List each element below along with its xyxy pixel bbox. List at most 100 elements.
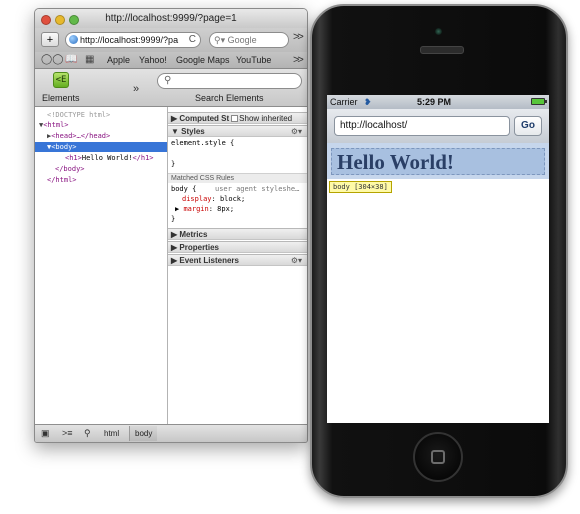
console-icon[interactable]: >≡ (62, 425, 73, 442)
bookmark-youtube[interactable]: YouTube (236, 52, 271, 68)
elements-panel-label[interactable]: Elements (42, 93, 80, 103)
element-size-tooltip: body [304×38] (329, 181, 392, 193)
iphone-screen: Carrier ❥ 5:29 PM http://localhost/ Go H… (327, 95, 549, 423)
home-square-icon (431, 450, 445, 464)
more-panels-chevron-icon[interactable]: » (133, 83, 139, 95)
properties-section-header[interactable]: ▶ Properties (168, 241, 307, 253)
styles-title: Styles (181, 127, 205, 136)
address-text: http://localhost:9999/?pa (80, 35, 179, 45)
computed-style-section-header[interactable]: ▶ Computed St Show inherited (168, 112, 307, 124)
body-rule-selector[interactable]: body { (171, 185, 196, 193)
gear-icon[interactable]: ⚙▾ (291, 255, 302, 266)
wifi-icon: ❥ (364, 97, 372, 107)
iphone-simulator: Carrier ❥ 5:29 PM http://localhost/ Go H… (310, 4, 568, 498)
go-button[interactable]: Go (514, 116, 542, 136)
reading-glasses-icon[interactable]: ◯◯ (41, 52, 63, 68)
safari-window: http://localhost:9999/?page=1 + http://l… (34, 8, 308, 443)
earpiece-speaker (420, 46, 464, 54)
html-close-tag: </html> (47, 176, 77, 184)
carrier-label: Carrier (330, 97, 358, 107)
styles-sidebar: ▶ Computed St Show inherited ▼ Styles ⚙▾ … (168, 107, 307, 424)
title-bar: http://localhost:9999/?page=1 (35, 9, 307, 28)
dock-window-icon[interactable]: ▣ (41, 425, 50, 442)
collapsed-triangle-icon[interactable]: ▶ (175, 205, 179, 213)
book-icon[interactable]: 📖 (65, 52, 77, 68)
body-rule-close-brace: } (171, 215, 176, 223)
element-style-close-brace: } (171, 160, 176, 168)
home-button[interactable] (413, 432, 463, 482)
google-search-field[interactable]: ⚲▾ Google (209, 32, 289, 48)
bookmark-yahoo[interactable]: Yahoo! (139, 52, 167, 68)
bookmarks-overflow-chevron-icon[interactable]: >> (293, 52, 304, 68)
inspector-toolbar: <E Elements » ⚲ Search Elements (35, 69, 307, 107)
ios-status-bar: Carrier ❥ 5:29 PM (327, 95, 549, 109)
elements-panel-icon[interactable]: <E (53, 72, 69, 88)
search-icon: ⚲ (164, 75, 172, 86)
dom-node-html-close[interactable]: </html> (47, 175, 77, 185)
h1-close-tag: </h1> (132, 154, 154, 162)
zoom-window-button[interactable] (69, 15, 79, 25)
bookmarks-bar: ◯◯ 📖 ▦ Apple Yahoo! Google Maps YouTube … (35, 52, 307, 69)
google-search-placeholder: Google (227, 35, 257, 45)
dom-node-head[interactable]: ▶<head>…</head> (47, 131, 110, 141)
styles-section-header[interactable]: ▼ Styles ⚙▾ (168, 125, 307, 137)
reload-icon[interactable]: C (189, 33, 196, 47)
top-sites-grid-icon[interactable]: ▦ (85, 52, 94, 68)
toolbar-overflow-chevron-icon[interactable]: >> (293, 31, 304, 43)
front-camera (435, 28, 442, 35)
bookmark-apple[interactable]: Apple (107, 52, 130, 68)
plus-icon: + (46, 34, 54, 46)
search-icon: ⚲▾ (214, 35, 226, 45)
window-title: http://localhost:9999/?page=1 (105, 13, 237, 24)
dom-tree: <!DOCTYPE html> ▼<html> ▶<head>…</head> … (35, 107, 168, 424)
expanded-triangle-icon: ▼ (171, 127, 179, 136)
breadcrumb-body[interactable]: body (129, 426, 158, 441)
event-listeners-section-header[interactable]: ▶ Event Listeners ⚙▾ (168, 254, 307, 266)
address-field[interactable]: http://localhost:9999/?pa C (65, 32, 201, 48)
search-elements-input[interactable]: ⚲ (157, 73, 302, 89)
dom-node-body-selected[interactable]: ▼<body> (35, 142, 167, 152)
breadcrumb-html[interactable]: html (99, 426, 124, 441)
h1-highlight-box: Hello World! (331, 148, 545, 175)
status-time: 5:29 PM (417, 97, 452, 107)
html-open-tag: <html> (43, 121, 69, 129)
globe-icon (69, 35, 78, 44)
collapsed-triangle-icon: ▶ (171, 230, 178, 239)
dom-node-h1[interactable]: <h1>Hello World!</h1> (65, 153, 154, 163)
dom-node-body-close[interactable]: </body> (55, 164, 85, 174)
show-inherited-label: Show inherited (239, 114, 293, 123)
collapsed-triangle-icon: ▶ (171, 256, 178, 265)
metrics-section-header[interactable]: ▶ Metrics (168, 228, 307, 240)
body-highlight-overlay: Hello World! (327, 143, 549, 179)
element-style-rule[interactable]: element.style { (171, 139, 234, 147)
display-property-name: display (182, 195, 212, 203)
mobile-safari-address-bar: http://localhost/ Go (327, 109, 549, 144)
doctype-text: <!DOCTYPE html> (47, 111, 111, 119)
bookmark-google-maps[interactable]: Google Maps (176, 52, 230, 68)
add-bookmark-button[interactable]: + (41, 32, 59, 47)
gear-icon[interactable]: ⚙▾ (291, 126, 302, 137)
head-tag: <head>…</head> (51, 132, 111, 140)
computed-style-title: Computed St (179, 114, 230, 123)
close-window-button[interactable] (41, 15, 51, 25)
body-close-tag: </body> (55, 165, 85, 173)
h1-open-tag: <h1> (65, 154, 82, 162)
battery-icon (531, 98, 547, 105)
inspector-status-bar: ▣ >≡ ⚲ html body (35, 424, 307, 442)
body-open-tag: <body> (51, 143, 77, 151)
properties-title: Properties (179, 243, 219, 252)
dom-node-html[interactable]: ▼<html> (39, 120, 69, 130)
minimize-window-button[interactable] (55, 15, 65, 25)
margin-property[interactable]: ▶ margin: 8px; (175, 205, 234, 213)
display-property-value: block; (219, 195, 246, 203)
show-inherited-checkbox[interactable] (231, 115, 239, 122)
margin-property-name: margin (183, 205, 209, 213)
display-property[interactable]: display: block; (182, 195, 245, 203)
search-icon[interactable]: ⚲ (84, 425, 91, 442)
dom-node-doctype[interactable]: <!DOCTYPE html> (47, 110, 110, 120)
mobile-url-field[interactable]: http://localhost/ (334, 116, 510, 136)
metrics-title: Metrics (179, 230, 208, 239)
browser-toolbar: + http://localhost:9999/?pa C ⚲▾ Google … (35, 28, 307, 52)
margin-property-value: 8px; (217, 205, 235, 213)
collapsed-triangle-icon: ▶ (171, 243, 178, 252)
